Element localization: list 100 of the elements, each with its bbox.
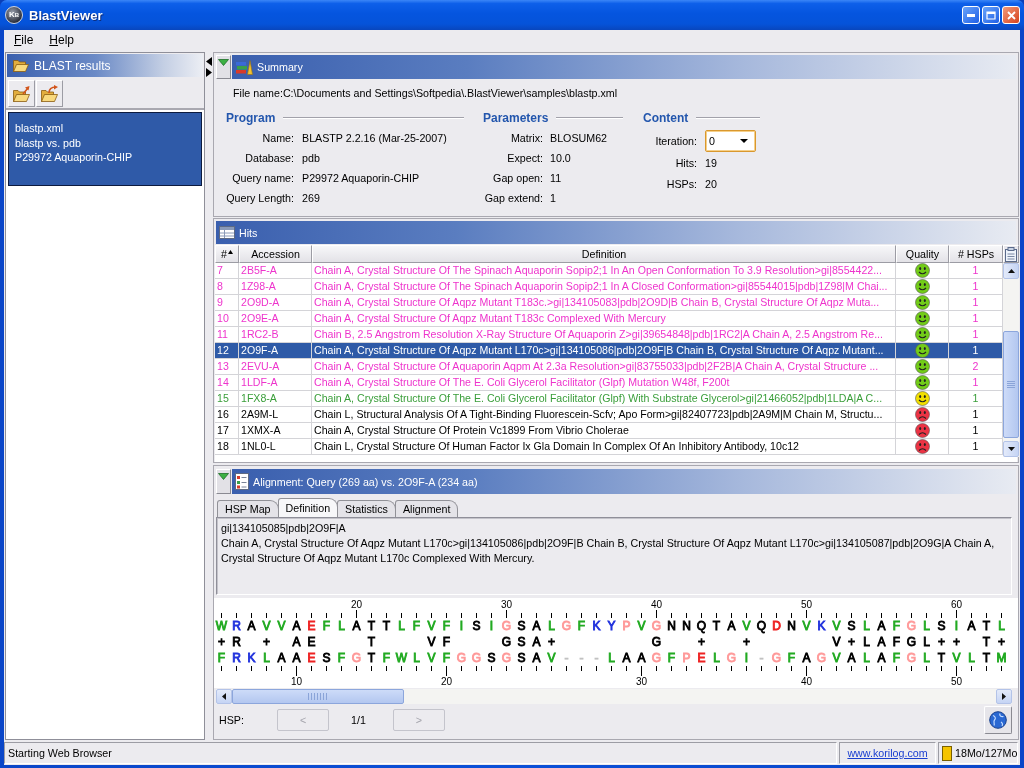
residue-letter: R (232, 618, 241, 634)
residue-letter: D (772, 618, 781, 634)
globe-icon (989, 710, 1007, 729)
result-item[interactable]: blastp.xml blastp vs. pdb P29972 Aquaporin-CHIP (8, 112, 202, 186)
triangle-icon (218, 59, 229, 66)
residue-letter: T (367, 618, 376, 634)
residue-letter: A (802, 650, 811, 666)
table-row[interactable]: 17 1XMX-A Chain A, Crystal Structure Of Protein Vc1899 From Vibrio Cholerae 1 (215, 423, 1003, 439)
scrollbar[interactable] (216, 689, 1012, 704)
field-label: Iteration: (654, 135, 697, 147)
column-chooser-button[interactable] (1003, 245, 1019, 263)
table-cell: Chain A, Crystal Structure Of Aquaporin Aqpm At 2.3a Resolution>gi|83755033|pdb|2F2B|A Chain A, Crystal Structure ... (312, 359, 896, 375)
table-row[interactable]: 13 2EVU-A Chain A, Crystal Structure Of Aquaporin Aqpm At 2.3a Resolution>gi|83755033|pdb|2F2B|A Chain A, Crystal Structure ... 2 (215, 359, 1003, 375)
table-row[interactable]: 12 2O9F-A Chain A, Crystal Structure Of Aqpz Mutant L170c>gi|134105086|pdb|2O9F|B Chain B, Crystal Structure Of Aqpz Mutant... 1 (215, 343, 1003, 359)
table-row[interactable]: 7 2B5F-A Chain A, Crystal Structure Of The Spinach Aquaporin Sopip2;1 In An Open Conformation To 3.9 Resolution>gi|8554422... 1 (215, 263, 1003, 279)
table-cell: 2O9E-A (239, 311, 312, 327)
residue-letter: - (759, 650, 764, 666)
table-cell: Chain A, Crystal Structure Of The E. Coli Glycerol Facilitator (Glpf) With Substrate Glycerol>gi|21466052|pdb|1LDA|A C... (312, 391, 896, 407)
maximize-button[interactable] (982, 6, 1000, 24)
residue-letter: V (832, 650, 841, 666)
toggle-button[interactable] (216, 469, 231, 494)
menu-item[interactable]: Help (41, 32, 83, 48)
residue-letter: G (501, 618, 512, 634)
residue-letter: N (682, 618, 691, 634)
field-value: 20 (705, 177, 717, 190)
table-row[interactable]: 10 2O9E-A Chain A, Crystal Structure Of Aqpz Mutant T183c Complexed With Mercury 1 (215, 311, 1003, 327)
table-row[interactable]: 15 1FX8-A Chain A, Crystal Structure Of The E. Coli Glycerol Facilitator (Glpf) With Substrate Glycerol>gi|21466052|pdb|1LDA|A C... 1 (215, 391, 1003, 407)
table-row[interactable]: 9 2O9D-A Chain A, Crystal Structure Of Aqpz Mutant T183c.>gi|134105083|pdb|2O9D|B Chain B, Crystal Structure Of Aqpz Muta... 1 (215, 295, 1003, 311)
residue-letter: E (307, 618, 316, 634)
group-title: Content (643, 111, 689, 125)
tab[interactable]: Alignment (394, 500, 459, 517)
match-symbol: E (307, 634, 316, 650)
residue-letter: V (262, 618, 271, 634)
residue-letter: S (472, 618, 481, 634)
ruler-number: 50 (800, 599, 813, 610)
minimize-button[interactable] (962, 6, 980, 24)
table-row[interactable]: 14 1LDF-A Chain A, Crystal Structure Of The E. Coli Glycerol Facilitator (Glpf) Mutation W48f, F200t 1 (215, 375, 1003, 391)
hsp-label: HSP: (219, 713, 245, 726)
match-symbol: + (938, 634, 945, 650)
column-header[interactable]: # HSPs (949, 245, 1003, 263)
tab[interactable]: Definition (277, 498, 339, 517)
left-arrow-icon[interactable] (206, 57, 212, 66)
field-value: pdb (302, 152, 320, 164)
residue-letter: A (532, 650, 541, 666)
residue-letter: S (937, 618, 946, 634)
residue-letter: E (697, 650, 706, 666)
scroll-up-button[interactable] (1003, 263, 1019, 279)
residue-letter: Q (696, 618, 707, 634)
ruler-number: 50 (950, 676, 963, 687)
grip-icon (1007, 381, 1015, 388)
website-link[interactable]: www.korilog.com (847, 747, 928, 759)
table-row[interactable]: 18 1NL0-L Chain L, Crystal Structure Of Human Factor Ix Gla Domain In Complex Of An Inhibitory Antibody, 10c12 1 (215, 439, 1003, 455)
residue-letter: F (217, 650, 226, 666)
right-arrow-icon[interactable] (206, 68, 212, 77)
table-row[interactable]: 16 2A9M-L Chain L, Structural Analysis Of A Tight-Binding Fluorescein-Scfv; Apo Form>gi|82407723|pdb|2A9M|M Chain M, Structu... 1 (215, 407, 1003, 423)
table-cell: 10 (215, 311, 239, 327)
match-symbol: A (532, 634, 541, 650)
field-label: File name: (233, 86, 283, 99)
residue-letter: L (398, 618, 405, 634)
close-button[interactable] (1002, 6, 1020, 24)
toolbar-button[interactable] (8, 80, 35, 107)
residue-letter: L (923, 650, 930, 666)
definition-text: Chain A, Crystal Structure Of Aqpz Mutant L170c>gi|134105086|pdb|2O9F|B Chain B, Crystal Structure Of Aqpz Mutant L170c>gi|134105087|pdb|2O9G|A Chain A, Crystal Structure Of Aqpz Mutant L170c Complexed With Mercury. (221, 536, 996, 566)
residue-letter: L (863, 650, 870, 666)
column-header[interactable]: # (215, 245, 239, 263)
scroll-left-button[interactable] (216, 689, 232, 704)
folder-arrow-icon (11, 85, 32, 102)
gauge-icon (942, 745, 952, 761)
residue-letter: Q (756, 618, 767, 634)
column-header[interactable]: Quality (896, 245, 949, 263)
scrollbar[interactable] (1003, 263, 1019, 457)
scroll-right-button[interactable] (996, 689, 1012, 704)
table-cell: 1FX8-A (239, 391, 312, 407)
column-header[interactable]: Accession (239, 245, 312, 263)
scroll-thumb[interactable] (232, 689, 404, 704)
residue-letter: F (322, 618, 331, 634)
tab[interactable]: HSP Map (217, 500, 279, 517)
column-header[interactable]: Definition (312, 245, 896, 263)
table-cell: 2B5F-A (239, 263, 312, 279)
residue-letter: G (906, 650, 917, 666)
iteration-dropdown[interactable]: 0 (705, 130, 756, 152)
menu-item[interactable]: File (6, 32, 42, 48)
residue-letter: V (427, 618, 436, 634)
match-symbol: + (848, 634, 855, 650)
definition-id: gi|134105085|pdb|2O9F|A (221, 521, 347, 536)
residue-letter: A (292, 618, 301, 634)
table-cell: 2A9M-L (239, 407, 312, 423)
residue-letter: A (637, 650, 646, 666)
residue-letter: T (982, 618, 991, 634)
window-title: BlastViewer (29, 7, 103, 23)
tab[interactable]: Statistics (337, 500, 396, 517)
match-symbol: G (651, 634, 662, 650)
scroll-thumb[interactable] (1003, 331, 1019, 438)
residue-letter: V (637, 618, 646, 634)
toolbar-button[interactable] (36, 80, 63, 107)
table-row[interactable]: 8 1Z98-A Chain A, Crystal Structure Of The Spinach Aquaporin Sopip2;1 In A Closed Conformation>gi|85544015|pdb|1Z98|M Chai... 1 (215, 279, 1003, 295)
residue-letter: F (442, 650, 451, 666)
globe-button[interactable] (984, 705, 1012, 734)
scroll-down-button[interactable] (1003, 441, 1019, 457)
toggle-button[interactable] (216, 55, 231, 79)
